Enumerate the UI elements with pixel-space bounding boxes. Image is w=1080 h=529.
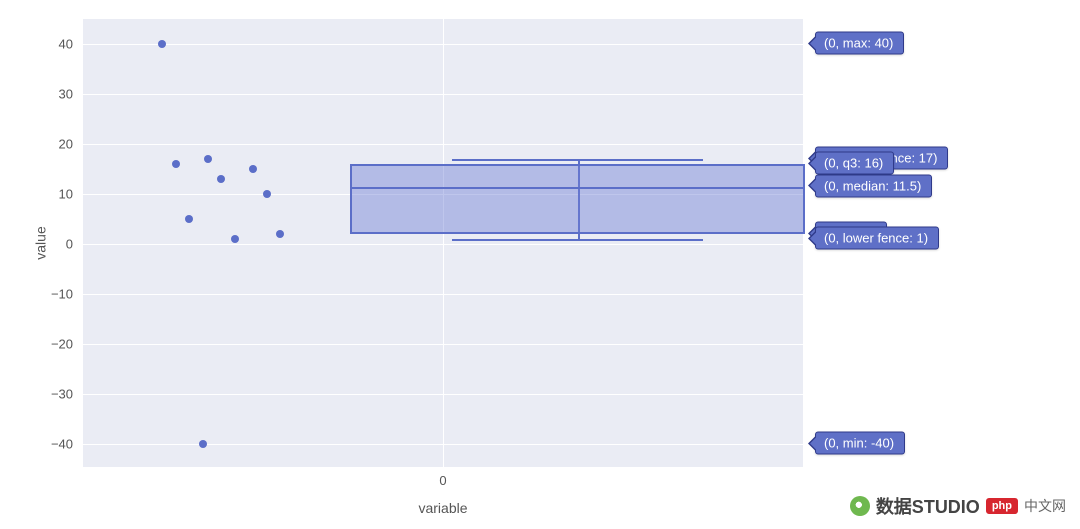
y-axis-label: value bbox=[33, 226, 49, 259]
y-tick-label: 40 bbox=[59, 37, 83, 52]
annotation-callout: (0, median: 11.5) bbox=[815, 174, 932, 197]
annotation-callout: (0, max: 40) bbox=[815, 32, 904, 55]
y-tick-label: 0 bbox=[66, 237, 83, 252]
box-iqr bbox=[350, 164, 805, 234]
y-tick-label: 20 bbox=[59, 137, 83, 152]
jitter-point bbox=[204, 155, 212, 163]
y-tick-label: −40 bbox=[51, 437, 83, 452]
annotation-callout: (0, q3: 16) bbox=[815, 152, 894, 175]
median-line bbox=[350, 187, 805, 189]
jitter-point bbox=[217, 175, 225, 183]
y-gridline bbox=[83, 244, 803, 245]
jitter-point bbox=[276, 230, 284, 238]
jitter-point bbox=[263, 190, 271, 198]
watermark-badge: php bbox=[986, 498, 1018, 514]
y-tick-label: −30 bbox=[51, 387, 83, 402]
x-axis-label: variable bbox=[418, 500, 467, 516]
jitter-point bbox=[185, 215, 193, 223]
annotation-callout: (0, lower fence: 1) bbox=[815, 227, 939, 250]
y-gridline bbox=[83, 44, 803, 45]
watermark-brand: 数据STUDIO bbox=[876, 493, 980, 519]
whisker-cap-upper bbox=[452, 159, 702, 161]
jitter-point bbox=[158, 40, 166, 48]
plot-area: −40−30−20−100102030400 bbox=[82, 18, 804, 468]
y-gridline bbox=[83, 344, 803, 345]
y-gridline bbox=[83, 94, 803, 95]
watermark-sub: 中文网 bbox=[1024, 496, 1066, 516]
wechat-icon bbox=[850, 496, 870, 516]
x-gridline bbox=[443, 19, 444, 467]
jitter-point bbox=[199, 440, 207, 448]
annotation-callout: (0, min: -40) bbox=[815, 432, 905, 455]
y-gridline bbox=[83, 444, 803, 445]
figure: −40−30−20−100102030400 value variable 数据… bbox=[0, 0, 1080, 529]
x-tick-label: 0 bbox=[439, 467, 446, 488]
watermark: 数据STUDIO php 中文网 bbox=[850, 493, 1066, 519]
y-tick-label: 30 bbox=[59, 87, 83, 102]
y-gridline bbox=[83, 394, 803, 395]
y-gridline bbox=[83, 294, 803, 295]
whisker-cap-lower bbox=[452, 239, 702, 241]
jitter-point bbox=[249, 165, 257, 173]
y-tick-label: 10 bbox=[59, 187, 83, 202]
y-tick-label: −10 bbox=[51, 287, 83, 302]
y-gridline bbox=[83, 144, 803, 145]
jitter-point bbox=[172, 160, 180, 168]
y-tick-label: −20 bbox=[51, 337, 83, 352]
jitter-point bbox=[231, 235, 239, 243]
